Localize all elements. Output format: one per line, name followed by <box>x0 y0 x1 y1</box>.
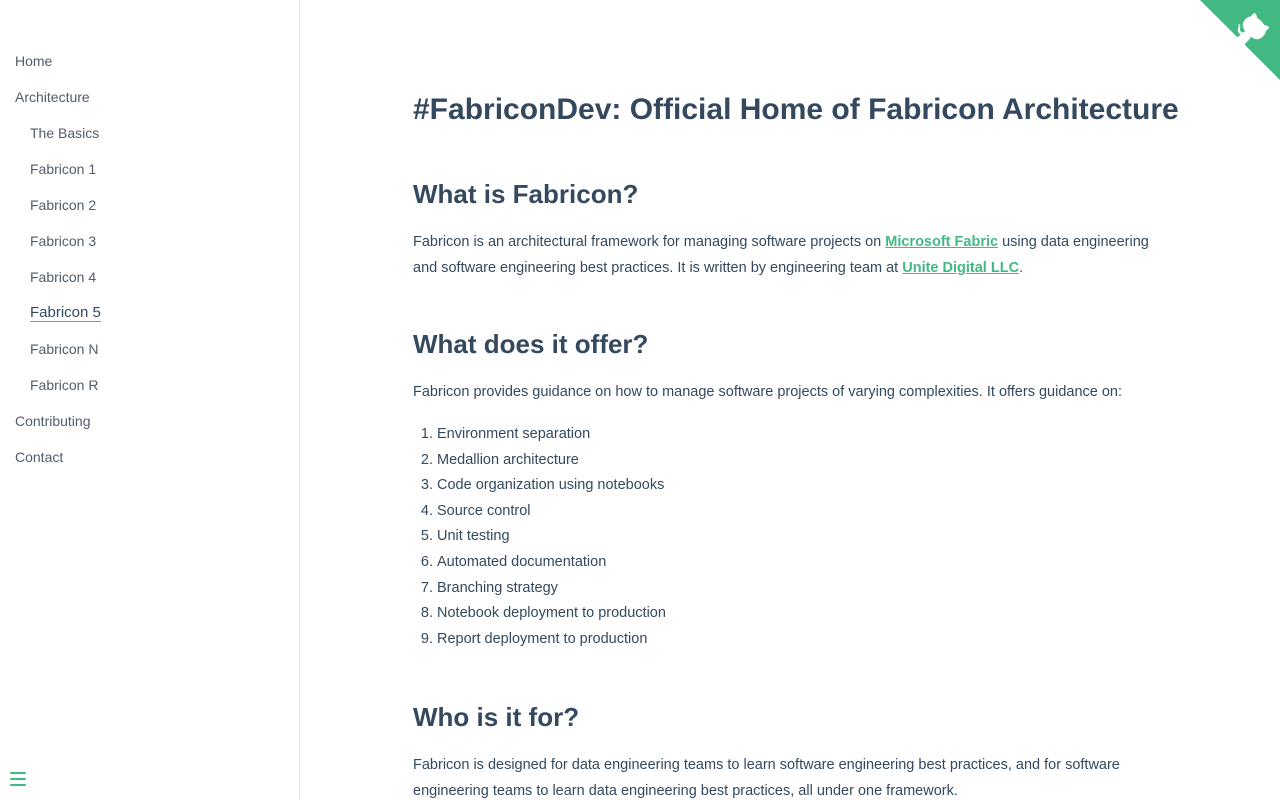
link-microsoft-fabric[interactable]: Microsoft Fabric <box>885 234 998 250</box>
list-item-text: Branching strategy <box>437 579 558 596</box>
menu-icon-bar <box>10 772 26 774</box>
github-corner-link[interactable] <box>1200 0 1280 80</box>
paragraph-what-is: Fabricon is an architectural framework f… <box>413 229 1173 281</box>
sidebar-item-the-basics[interactable]: The Basics <box>0 115 299 151</box>
list-number: 6. <box>420 553 433 570</box>
link-unite-digital[interactable]: Unite Digital LLC <box>902 260 1019 276</box>
sidebar-item-fabricon-5[interactable]: Fabricon 5 <box>0 295 299 331</box>
list-item-text: Environment separation <box>437 426 591 442</box>
list-item-text: Unit testing <box>437 528 510 545</box>
list-number: 1. <box>420 426 433 442</box>
heading-what-is-fabricon: What is Fabricon? <box>413 179 639 209</box>
sidebar-item-home[interactable]: Home <box>0 43 299 79</box>
list-number: 7. <box>420 579 433 596</box>
list-item: 8. Notebook deployment to production <box>413 601 1173 627</box>
menu-icon-bar <box>10 784 26 786</box>
paragraph-offer-intro: Fabricon provides guidance on how to man… <box>413 384 1123 400</box>
paragraph-who-is-it-for: Fabricon is designed for data engineerin… <box>413 757 1120 799</box>
page-title: #FabriconDev: Official Home of Fabricon … <box>413 93 1179 126</box>
offer-list: 1. Environment separation 2. Medallion arc… <box>413 422 1173 652</box>
list-number: 4. <box>420 502 433 519</box>
heading-who-is-it-for: Who is it for? <box>413 702 580 732</box>
sidebar-item-architecture[interactable]: Architecture <box>0 79 299 115</box>
list-item-text: Automated documentation <box>437 553 607 570</box>
list-item: 6. Automated documentation <box>413 550 1173 576</box>
sidebar-nav: Home Architecture The Basics Fabricon 1 … <box>0 0 299 475</box>
sidebar-item-contributing[interactable]: Contributing <box>0 403 299 439</box>
sidebar-item-fabricon-1[interactable]: Fabricon 1 <box>0 151 299 187</box>
list-item-text: Report deployment to production <box>437 630 648 647</box>
list-item-text: Notebook deployment to production <box>437 605 666 622</box>
list-number: 3. <box>420 477 433 494</box>
list-item: 3. Code organization using notebooks <box>413 473 1173 499</box>
list-item: 2. Medallion architecture <box>413 448 1173 474</box>
list-number: 9. <box>420 630 433 647</box>
github-octocat-icon <box>1200 0 1280 80</box>
list-item: 5. Unit testing <box>413 524 1173 550</box>
list-item: 1. Environment separation <box>413 422 1173 448</box>
sidebar-item-fabricon-r[interactable]: Fabricon R <box>0 367 299 403</box>
list-number: 5. <box>420 528 433 545</box>
list-item: 4. Source control <box>413 499 1173 525</box>
list-number: 8. <box>420 605 433 622</box>
list-item: 9. Report deployment to production <box>413 627 1173 653</box>
sidebar-item-fabricon-n[interactable]: Fabricon N <box>0 331 299 367</box>
sidebar-item-label: Fabricon 5 <box>30 304 101 322</box>
text-segment: Fabricon is an architectural framework f… <box>413 234 886 250</box>
list-item-text: Medallion architecture <box>437 451 579 468</box>
list-item: 7. Branching strategy <box>413 576 1173 602</box>
list-item-text: Source control <box>437 502 531 519</box>
menu-icon-bar <box>10 778 26 780</box>
list-number: 2. <box>420 451 433 468</box>
text-segment: . <box>1019 260 1024 276</box>
list-item-text: Code organization using notebooks <box>437 477 665 494</box>
sidebar-item-fabricon-4[interactable]: Fabricon 4 <box>0 259 299 295</box>
sidebar-item-fabricon-2[interactable]: Fabricon 2 <box>0 187 299 223</box>
sidebar-item-contact[interactable]: Contact <box>0 439 299 475</box>
sidebar: Home Architecture The Basics Fabricon 1 … <box>0 0 300 800</box>
sidebar-item-fabricon-3[interactable]: Fabricon 3 <box>0 223 299 259</box>
heading-what-does-it-offer: What does it offer? <box>413 329 649 359</box>
menu-icon[interactable] <box>10 772 26 786</box>
